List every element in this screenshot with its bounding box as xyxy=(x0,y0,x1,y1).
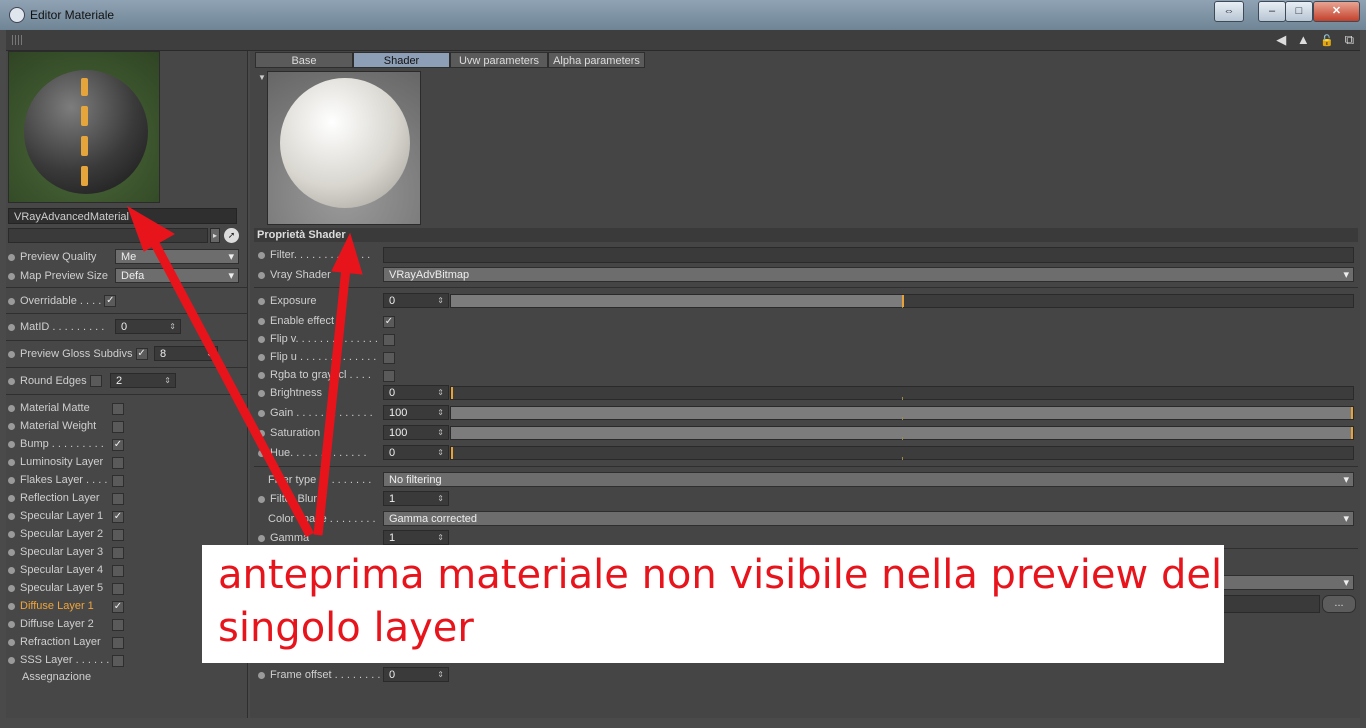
arrow-to-material-name xyxy=(148,235,314,538)
annotation-text: anteprima materiale non visibile nella p… xyxy=(218,549,1222,655)
annotation-box: anteprima materiale non visibile nella p… xyxy=(202,545,1224,663)
annotation-line-1: anteprima materiale non visibile nella p… xyxy=(218,552,1223,598)
annotation-line-2: singolo layer xyxy=(218,605,474,651)
arrowhead-left-icon xyxy=(127,205,176,252)
arrowhead-up-icon xyxy=(331,232,363,275)
arrow-to-shader-properties xyxy=(313,267,351,536)
